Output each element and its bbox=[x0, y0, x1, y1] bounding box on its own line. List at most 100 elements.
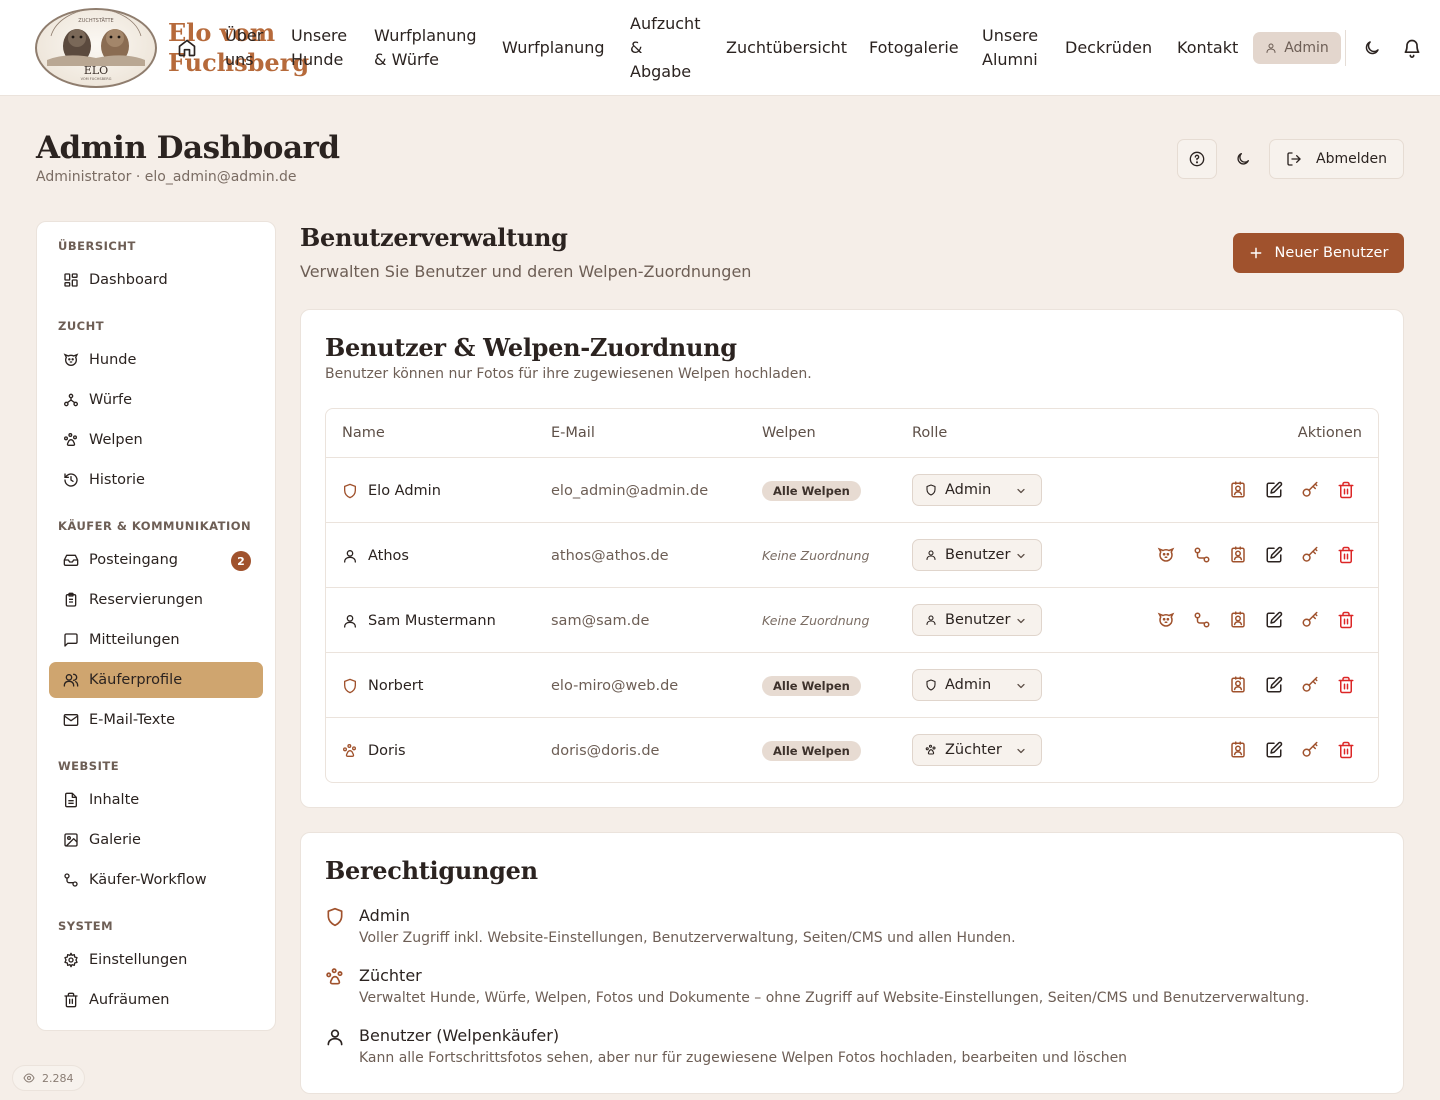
sidebar-item-puppies[interactable]: Welpen bbox=[49, 422, 263, 458]
trash-icon[interactable] bbox=[1337, 546, 1355, 564]
edit-icon[interactable] bbox=[1265, 741, 1283, 759]
edit-icon[interactable] bbox=[1265, 676, 1283, 694]
sidebar-item-cleanup[interactable]: Aufräumen bbox=[49, 982, 263, 1018]
workflow-icon[interactable] bbox=[1193, 611, 1211, 629]
view-count: 2.284 bbox=[42, 1071, 74, 1085]
nav-item-contact[interactable]: Kontakt bbox=[1177, 36, 1238, 60]
sidebar-item-gallery[interactable]: Galerie bbox=[49, 822, 263, 858]
user-name-cell: Athos bbox=[342, 523, 409, 588]
edit-icon[interactable] bbox=[1265, 611, 1283, 629]
column-header-email[interactable]: E-Mail bbox=[551, 425, 595, 441]
sidebar-item-label: Käufer-Workflow bbox=[89, 872, 207, 888]
dog-icon[interactable] bbox=[1157, 611, 1175, 629]
nav-item-alumni[interactable]: Unsere Alumni bbox=[982, 24, 1038, 72]
sidebar-item-label: Galerie bbox=[89, 832, 141, 848]
nav-item-breeding-overview[interactable]: Zuchtübersicht bbox=[726, 36, 847, 60]
admin-nav-button[interactable]: Admin bbox=[1253, 32, 1341, 64]
nav-label-line: Über bbox=[225, 26, 264, 45]
column-header-role[interactable]: Rolle bbox=[912, 425, 947, 441]
table-row: Norbert elo-miro@web.de Alle Welpen Admi… bbox=[326, 652, 1378, 717]
sidebar-item-email-texts[interactable]: E-Mail-Texte bbox=[49, 702, 263, 738]
user-pups-cell: Keine Zuordnung bbox=[762, 523, 869, 588]
nav-item-litter-planning-litters[interactable]: Wurfplanung & Würfe bbox=[374, 24, 477, 72]
column-header-pups[interactable]: Welpen bbox=[762, 425, 816, 441]
sidebar-item-settings[interactable]: Einstellungen bbox=[49, 942, 263, 978]
edit-icon[interactable] bbox=[1265, 546, 1283, 564]
chevron-down-icon bbox=[1017, 553, 1025, 559]
sidebar-section-system: SYSTEM bbox=[58, 919, 114, 933]
sidebar-item-dogs[interactable]: Hunde bbox=[49, 342, 263, 378]
role-select[interactable]: Admin bbox=[912, 669, 1042, 701]
nav-item-our-dogs[interactable]: Unsere Hunde bbox=[291, 24, 347, 72]
network-icon bbox=[63, 393, 78, 407]
key-icon[interactable] bbox=[1301, 481, 1319, 499]
user-name-cell: Norbert bbox=[342, 653, 423, 718]
contact-card-icon[interactable] bbox=[1229, 741, 1247, 759]
sidebar-item-messages[interactable]: Mitteilungen bbox=[49, 622, 263, 658]
trash-icon[interactable] bbox=[1337, 741, 1355, 759]
key-icon[interactable] bbox=[1301, 546, 1319, 564]
message-square-icon bbox=[64, 633, 78, 647]
sidebar-item-label: Posteingang bbox=[89, 552, 178, 568]
eye-icon bbox=[23, 1073, 35, 1083]
nav-item-photo-gallery[interactable]: Fotogalerie bbox=[869, 36, 959, 60]
nav-label-line: & bbox=[630, 38, 643, 57]
home-icon[interactable] bbox=[177, 38, 197, 58]
nav-item-litter-planning[interactable]: Wurfplanung bbox=[502, 36, 605, 60]
sidebar-item-history[interactable]: Historie bbox=[49, 462, 263, 498]
nav-item-rearing[interactable]: Aufzucht & Abgabe bbox=[630, 12, 700, 84]
user-name: Norbert bbox=[368, 677, 424, 694]
bell-icon[interactable] bbox=[1402, 38, 1422, 58]
role-select[interactable]: Admin bbox=[912, 474, 1042, 506]
edit-icon[interactable] bbox=[1265, 481, 1283, 499]
user-email: sam@sam.de bbox=[551, 612, 650, 629]
contact-card-icon[interactable] bbox=[1229, 611, 1247, 629]
role-select[interactable]: Benutzer bbox=[912, 604, 1042, 636]
moon-icon[interactable] bbox=[1363, 39, 1381, 57]
role-select-value: Admin bbox=[945, 482, 992, 498]
sidebar-section-overview: ÜBERSICHT bbox=[58, 239, 136, 253]
key-icon[interactable] bbox=[1301, 741, 1319, 759]
shield-icon bbox=[327, 907, 343, 927]
trash-icon[interactable] bbox=[1337, 676, 1355, 694]
new-user-button[interactable]: Neuer Benutzer bbox=[1233, 233, 1404, 273]
dog-icon[interactable] bbox=[1157, 546, 1175, 564]
user-name: Sam Mustermann bbox=[368, 612, 496, 629]
key-icon[interactable] bbox=[1301, 611, 1319, 629]
sidebar-item-litters[interactable]: Würfe bbox=[49, 382, 263, 418]
nav-item-about[interactable]: Über uns bbox=[225, 24, 263, 72]
table-row: Doris doris@doris.de Alle Welpen Züchter bbox=[326, 717, 1378, 782]
help-button[interactable] bbox=[1177, 139, 1217, 179]
shield-icon bbox=[926, 679, 936, 691]
role-select[interactable]: Züchter bbox=[912, 734, 1042, 766]
contact-card-icon[interactable] bbox=[1229, 676, 1247, 694]
no-assignment-text: Keine Zuordnung bbox=[762, 613, 870, 628]
column-header-name[interactable]: Name bbox=[342, 425, 385, 441]
trash-icon[interactable] bbox=[1337, 481, 1355, 499]
sidebar-item-buyer-workflow[interactable]: Käufer-Workflow bbox=[49, 862, 263, 898]
sidebar-item-buyer-profiles[interactable]: Käuferprofile bbox=[49, 662, 263, 698]
column-header-actions: Aktionen bbox=[1297, 425, 1362, 441]
nav-label-line: Unsere bbox=[291, 26, 348, 45]
logout-button[interactable]: Abmelden bbox=[1269, 139, 1404, 179]
history-icon bbox=[64, 473, 78, 487]
brand-logo[interactable]: ZUCHTSTÄTTE ELO VOM FUCHSBERG bbox=[35, 8, 157, 88]
workflow-icon[interactable] bbox=[1193, 546, 1211, 564]
theme-toggle-button[interactable] bbox=[1223, 139, 1263, 179]
sidebar-item-inbox[interactable]: Posteingang 2 bbox=[49, 542, 263, 578]
sidebar-item-reservations[interactable]: Reservierungen bbox=[49, 582, 263, 618]
trash-icon[interactable] bbox=[1337, 611, 1355, 629]
paw-icon bbox=[343, 743, 356, 757]
role-select[interactable]: Benutzer bbox=[912, 539, 1042, 571]
sidebar-item-label: Hunde bbox=[89, 352, 137, 368]
sidebar-item-dashboard[interactable]: Dashboard bbox=[49, 262, 263, 298]
key-icon[interactable] bbox=[1301, 676, 1319, 694]
sidebar-item-label: Historie bbox=[89, 472, 145, 488]
contact-card-icon[interactable] bbox=[1229, 481, 1247, 499]
contact-card-icon[interactable] bbox=[1229, 546, 1247, 564]
sidebar-item-content[interactable]: Inhalte bbox=[49, 782, 263, 818]
nav-item-stud-dogs[interactable]: Deckrüden bbox=[1065, 36, 1152, 60]
chevron-down-icon bbox=[1017, 748, 1025, 754]
nav-divider bbox=[1345, 30, 1346, 66]
users-table: Name E-Mail Welpen Rolle Aktionen Elo Ad… bbox=[325, 408, 1379, 783]
